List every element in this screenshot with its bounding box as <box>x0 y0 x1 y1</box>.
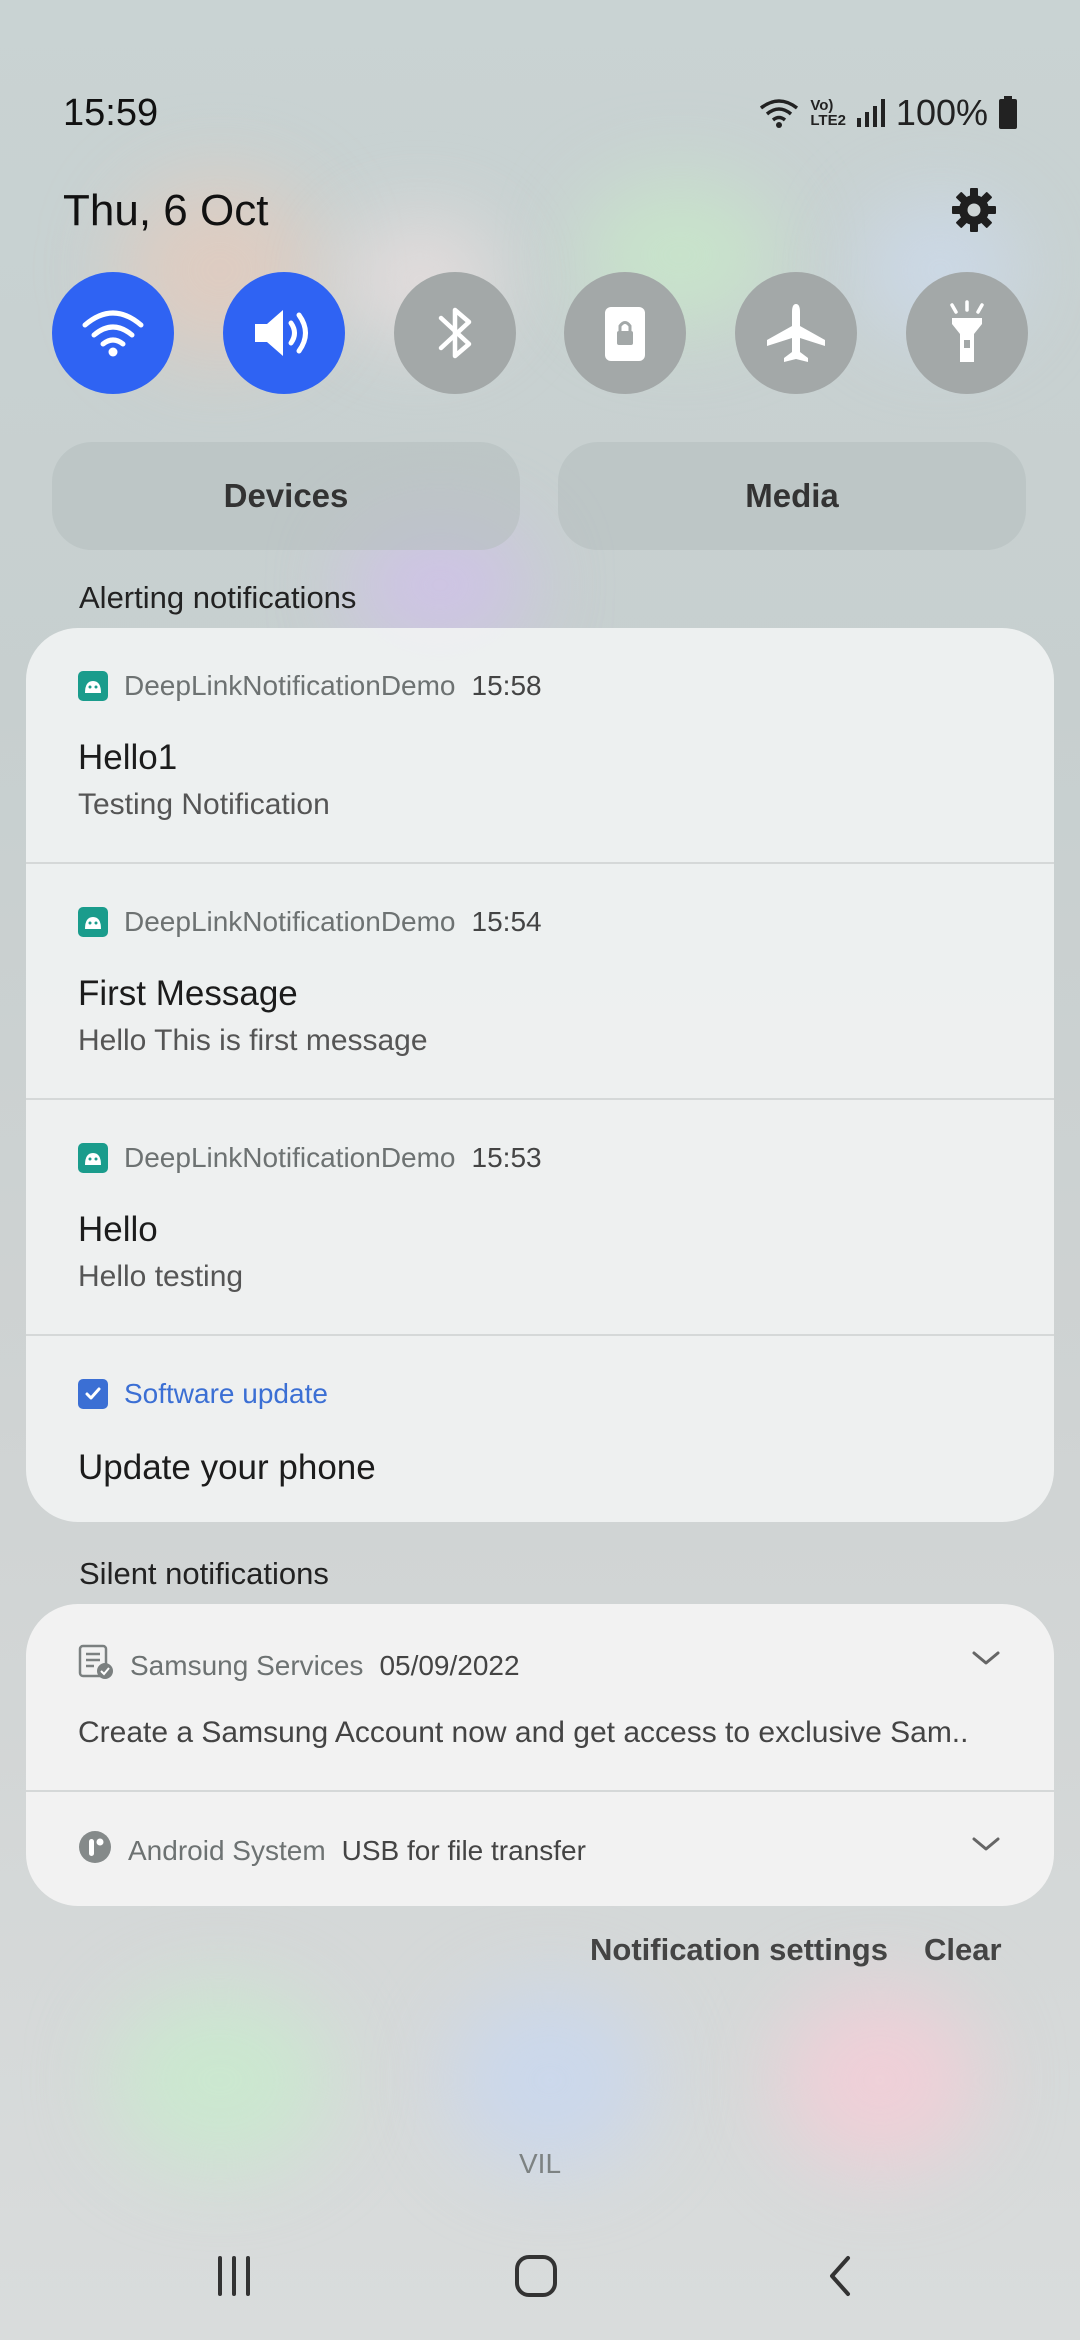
notification-settings-button[interactable]: Notification settings <box>590 1932 888 1968</box>
battery-icon <box>998 96 1018 130</box>
quick-settings-row <box>52 272 1028 394</box>
app-name: DeepLinkNotificationDemo <box>124 1142 456 1173</box>
notification-title: Update your phone <box>78 1448 376 1487</box>
notification-item[interactable]: DeepLinkNotificationDemo 15:58 Hello1 Te… <box>26 628 1054 862</box>
alerting-notifications-card: DeepLinkNotificationDemo 15:58 Hello1 Te… <box>26 628 1054 1522</box>
battery-text: 100% <box>895 92 988 133</box>
cell-signal-icon <box>856 98 886 128</box>
silent-notifications-label: Silent notifications <box>79 1556 329 1591</box>
settings-gear-icon[interactable] <box>944 180 1004 240</box>
android-app-icon <box>78 907 108 937</box>
chevron-down-icon[interactable] <box>970 1648 1002 1673</box>
app-name: DeepLinkNotificationDemo <box>124 906 456 937</box>
notification-time: 05/09/2022 <box>379 1649 520 1681</box>
chevron-down-icon[interactable] <box>970 1834 1002 1859</box>
date-label: Thu, 6 Oct <box>63 186 269 235</box>
android-system-icon <box>78 1830 112 1871</box>
silent-notifications-card: Samsung Services 05/09/2022 Create a Sam… <box>26 1604 1054 1906</box>
app-name: Samsung Services <box>130 1649 364 1681</box>
notification-item[interactable]: Android System USB for file transfer <box>26 1792 1054 1906</box>
bg-blob <box>450 1990 650 2170</box>
rotation-lock-icon <box>605 307 646 361</box>
bluetooth-icon <box>438 307 471 359</box>
notification-item[interactable]: DeepLinkNotificationDemo 15:53 Hello Hel… <box>26 1100 1054 1334</box>
wifi-toggle[interactable] <box>52 272 174 394</box>
app-name: Android System <box>128 1834 326 1866</box>
recent-apps-icon[interactable] <box>194 2236 274 2316</box>
notification-text: Create a Samsung Account now and get acc… <box>78 1716 969 1749</box>
status-icons: Vo) LTE2 100% <box>758 92 1018 134</box>
navigation-bar <box>0 2236 1080 2316</box>
home-icon[interactable] <box>496 2236 576 2316</box>
notification-title: Hello1 <box>78 738 178 777</box>
flashlight-toggle[interactable] <box>905 272 1028 394</box>
wifi-icon <box>82 310 144 357</box>
software-update-notification[interactable]: Software update Update your phone <box>26 1336 1054 1522</box>
notification-title: Hello <box>78 1210 158 1249</box>
airplane-icon <box>767 304 826 362</box>
notification-time: 15:58 <box>471 670 542 701</box>
notification-text: Hello testing <box>78 1260 244 1293</box>
android-app-icon <box>78 671 108 701</box>
back-icon[interactable] <box>800 2236 880 2316</box>
volume-icon <box>254 310 308 356</box>
airplane-toggle[interactable] <box>735 272 858 394</box>
checkbox-icon <box>78 1379 108 1409</box>
software-update-link: Software update <box>124 1378 328 1409</box>
volte-icon: Vo) LTE2 <box>810 97 846 129</box>
app-name: DeepLinkNotificationDemo <box>124 670 456 701</box>
flashlight-icon <box>950 300 984 362</box>
alerting-notifications-label: Alerting notifications <box>79 580 357 615</box>
notification-text: USB for file transfer <box>341 1834 586 1866</box>
media-button[interactable]: Media <box>558 442 1026 550</box>
bg-blob <box>780 1990 980 2170</box>
status-bar: 15:59 Vo) LTE2 100% <box>0 0 1080 134</box>
wifi-signal-icon <box>758 96 800 130</box>
sound-toggle[interactable] <box>222 272 345 394</box>
notification-time: 15:54 <box>471 906 542 937</box>
android-app-icon <box>78 1143 108 1173</box>
notification-text: Testing Notification <box>78 788 330 821</box>
clear-button[interactable]: Clear <box>924 1932 1002 1968</box>
samsung-services-icon <box>78 1644 114 1687</box>
notification-text: Hello This is first message <box>78 1024 428 1057</box>
portrait-lock-toggle[interactable] <box>564 272 687 394</box>
notification-item[interactable]: DeepLinkNotificationDemo 15:54 First Mes… <box>26 864 1054 1098</box>
bg-blob <box>110 1990 330 2170</box>
devices-button[interactable]: Devices <box>52 442 520 550</box>
status-time: 15:59 <box>63 92 159 134</box>
carrier-label: VIL <box>518 2148 562 2179</box>
bluetooth-toggle[interactable] <box>393 272 516 394</box>
notification-title: First Message <box>78 974 298 1013</box>
notification-item[interactable]: Samsung Services 05/09/2022 Create a Sam… <box>26 1604 1054 1790</box>
notification-time: 15:53 <box>471 1142 542 1173</box>
